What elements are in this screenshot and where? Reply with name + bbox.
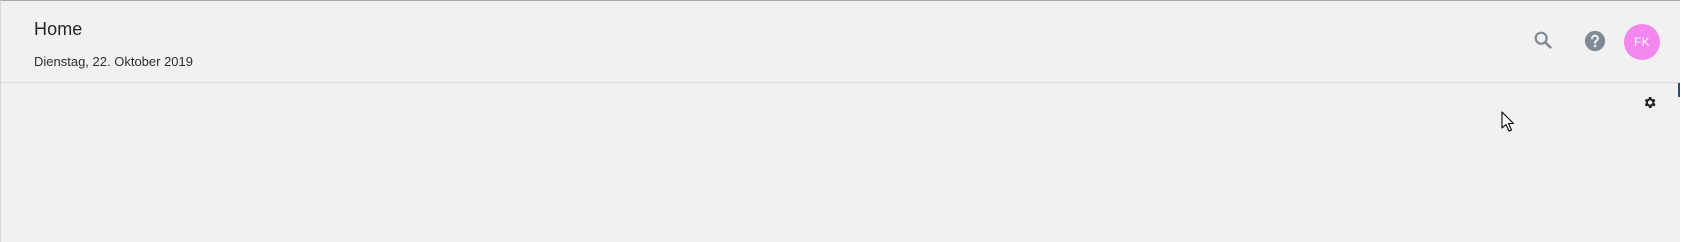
search-button[interactable]: [1531, 28, 1555, 52]
app-window: Home Dienstag, 22. Oktober 2019 FK: [0, 0, 1680, 242]
search-icon: [1534, 31, 1552, 49]
gear-icon: [1644, 96, 1656, 108]
help-button[interactable]: [1583, 29, 1607, 53]
page-title: Home: [34, 19, 83, 39]
page-date: Dienstag, 22. Oktober 2019: [34, 54, 193, 69]
mouse-cursor-icon: [1501, 111, 1515, 132]
page-header: Home Dienstag, 22. Oktober 2019: [1, 1, 1680, 83]
settings-button[interactable]: [1641, 94, 1657, 110]
help-icon: [1584, 30, 1606, 52]
user-avatar[interactable]: FK: [1624, 24, 1660, 60]
